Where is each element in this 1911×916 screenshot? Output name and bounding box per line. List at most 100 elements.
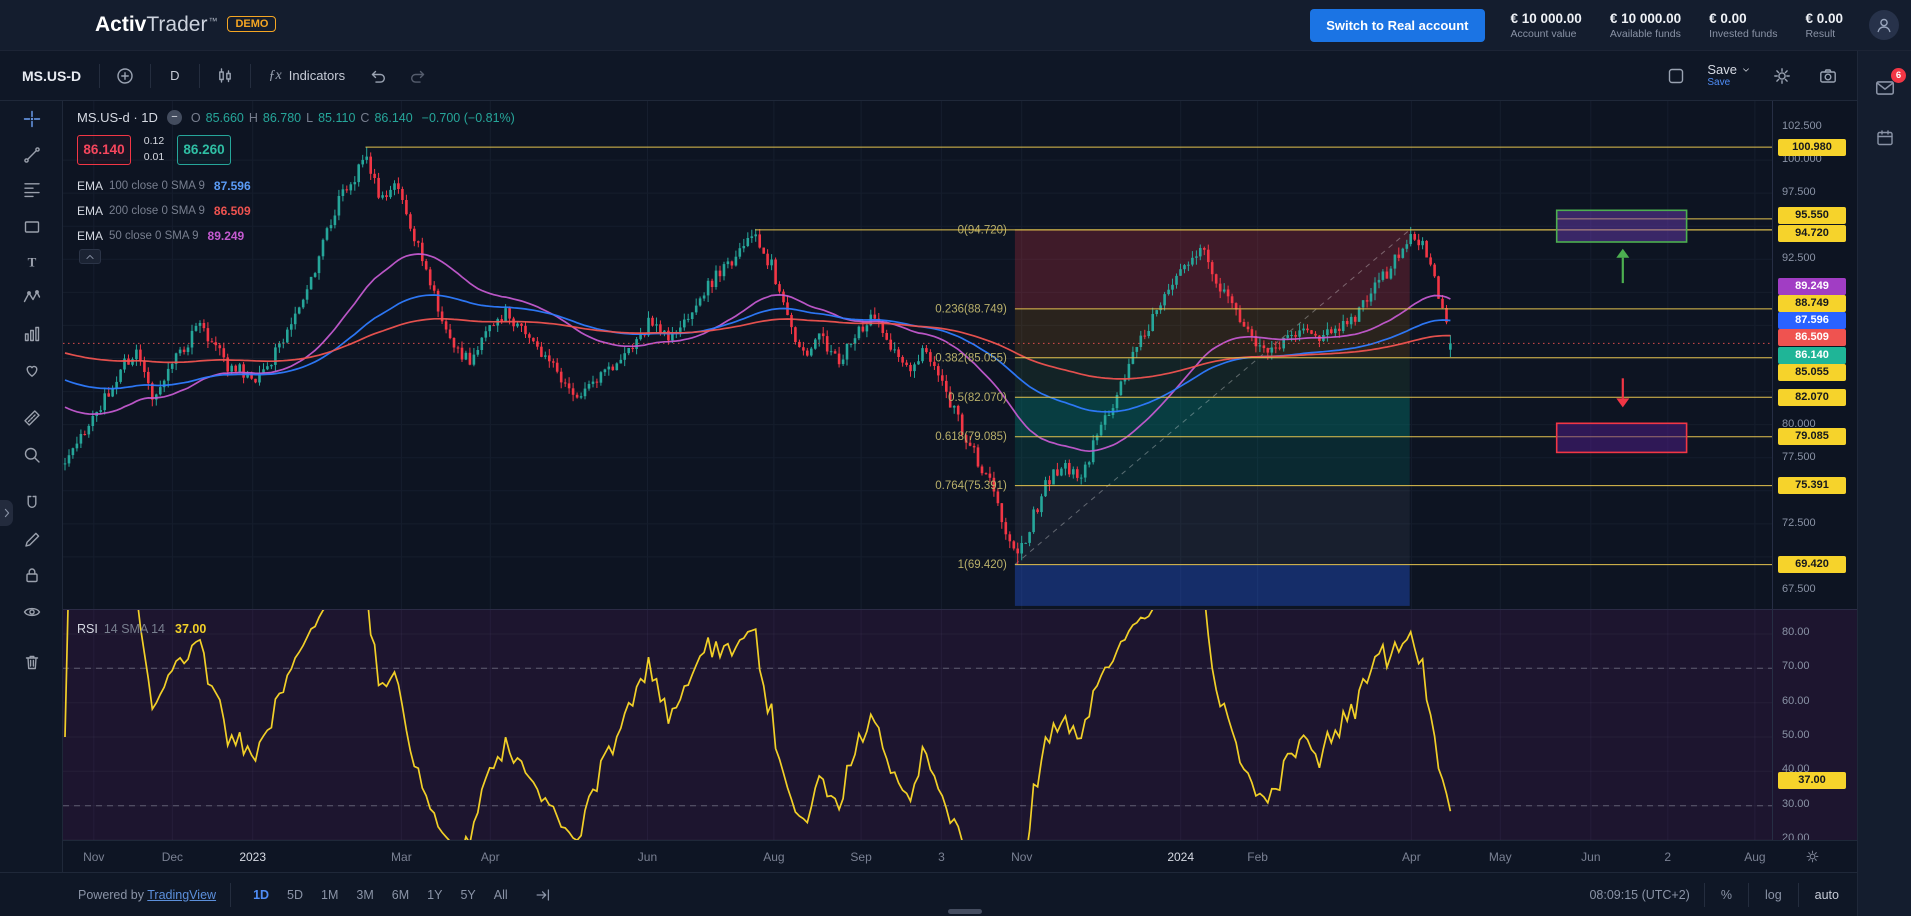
screenshot-button[interactable] [1813, 61, 1843, 91]
layout-square-icon [1666, 66, 1686, 86]
settings-button[interactable] [1767, 61, 1797, 91]
stat-label: Invested funds [1709, 28, 1777, 40]
log-scale-button[interactable]: log [1763, 884, 1784, 906]
brand-bold: Activ [95, 13, 146, 37]
trash-tool[interactable] [15, 645, 49, 679]
text-tool[interactable]: T [15, 245, 49, 279]
crosshair-tool[interactable] [15, 102, 49, 136]
brand-logo: ActivTrader™ DEMO [95, 13, 276, 37]
collapse-legend-button[interactable] [79, 249, 101, 264]
price-badge: 75.391 [1778, 477, 1846, 494]
ohlc-value: 86.780 [263, 111, 301, 125]
unread-badge: 6 [1891, 68, 1906, 83]
range-button-1m[interactable]: 1M [313, 883, 346, 907]
axis-settings-gear-icon[interactable] [1805, 849, 1820, 864]
rsi-tick: 50.00 [1773, 729, 1853, 741]
fx-icon: ƒx [269, 68, 282, 84]
undo-button[interactable] [363, 61, 393, 91]
calendar-button[interactable] [1868, 121, 1902, 155]
lock-tool[interactable] [15, 558, 49, 592]
price-axis[interactable]: 102.500100.00097.50092.50080.00077.50072… [1772, 101, 1857, 840]
percent-scale-button[interactable]: % [1719, 884, 1734, 906]
demo-badge: DEMO [227, 16, 276, 32]
rsi-canvas[interactable] [63, 610, 1772, 841]
switch-to-real-button[interactable]: Switch to Real account [1310, 9, 1484, 42]
avatar[interactable] [1869, 10, 1899, 40]
range-button-1d[interactable]: 1D [245, 883, 277, 907]
indicator-params: 100 close 0 SMA 9 [109, 180, 205, 192]
price-tick: 67.500 [1773, 583, 1853, 595]
save-link[interactable]: Save [1707, 78, 1730, 88]
svg-text:0.382(85.055): 0.382(85.055) [935, 352, 1007, 364]
hide-series-icon[interactable]: − [167, 110, 182, 125]
range-button-5y[interactable]: 5Y [452, 883, 483, 907]
right-panel-strip: 6 [1857, 51, 1911, 916]
svg-text:0.236(88.749): 0.236(88.749) [935, 303, 1007, 315]
clock[interactable]: 08:09:15 (UTC+2) [1589, 888, 1689, 902]
zoom-tool[interactable] [15, 438, 49, 472]
stat-label: Result [1805, 28, 1843, 40]
range-button-6m[interactable]: 6M [384, 883, 417, 907]
price-badge: 87.596 [1778, 312, 1846, 329]
go-to-date-button[interactable] [530, 882, 556, 908]
svg-text:0.618(79.085): 0.618(79.085) [935, 431, 1007, 443]
redo-button[interactable] [403, 61, 433, 91]
auto-scale-button[interactable]: auto [1813, 884, 1841, 906]
stat-label: Account value [1511, 28, 1582, 40]
range-button-1y[interactable]: 1Y [419, 883, 450, 907]
draw-tool[interactable] [15, 523, 49, 557]
save-menu[interactable]: Save Save [1707, 63, 1751, 88]
emoji-tool[interactable] [15, 353, 49, 387]
trend-line-tool[interactable] [15, 138, 49, 172]
horizontal-scrollbar[interactable] [948, 909, 982, 914]
shapes-tool[interactable] [15, 210, 49, 244]
sell-button[interactable]: 86.140 [77, 135, 131, 165]
interval-button[interactable]: D [161, 62, 188, 89]
rsi-value: 37.00 [175, 622, 206, 636]
range-button-all[interactable]: All [486, 883, 516, 907]
indicator-name: EMA [77, 179, 103, 193]
indicator-value: 87.596 [214, 179, 251, 193]
bottom-bar: Powered by TradingView 1D5D1M3M6M1Y5YAll… [0, 872, 1857, 916]
pattern-tool[interactable] [15, 280, 49, 314]
notifications-button[interactable]: 6 [1868, 71, 1902, 105]
eye-tool[interactable] [15, 595, 49, 629]
indicators-label: Indicators [289, 68, 345, 83]
redo-icon [408, 66, 428, 86]
rsi-tick: 20.00 [1773, 832, 1853, 840]
fib-retracement-tool[interactable] [15, 173, 49, 207]
legend-title[interactable]: MS.US-d · 1D [77, 110, 158, 125]
time-label: Apr [481, 850, 500, 864]
magnet-tool[interactable] [15, 486, 49, 520]
trash-icon [22, 652, 42, 672]
zoom-icon [22, 445, 42, 465]
crosshair-icon [22, 109, 42, 129]
price-badge: 79.085 [1778, 428, 1846, 445]
buy-button[interactable]: 86.260 [177, 135, 231, 165]
indicator-params: 50 close 0 SMA 9 [109, 230, 199, 242]
indicator-row[interactable]: EMA50 close 0 SMA 989.249 [77, 223, 251, 248]
range-button-5d[interactable]: 5D [279, 883, 311, 907]
layout-button[interactable] [1661, 61, 1691, 91]
price-tick: 77.500 [1773, 451, 1853, 463]
price-chart-canvas[interactable]: 0(94.720)0.236(88.749)0.382(85.055)0.5(8… [63, 101, 1772, 609]
time-label: Nov [83, 850, 104, 864]
bottom-left: Powered by TradingView 1D5D1M3M6M1Y5YAll [78, 882, 556, 908]
time-label: 3 [938, 850, 945, 864]
add-symbol-button[interactable] [110, 61, 140, 91]
chart-type-button[interactable] [210, 61, 240, 91]
range-button-3m[interactable]: 3M [348, 883, 381, 907]
forecast-tool[interactable] [15, 317, 49, 351]
indicator-row[interactable]: EMA200 close 0 SMA 986.509 [77, 198, 251, 223]
tradingview-link[interactable]: TradingView [147, 888, 216, 902]
panel-expander[interactable] [0, 500, 13, 526]
ohlc-key: C [360, 111, 369, 125]
indicators-button[interactable]: ƒx Indicators [261, 62, 354, 90]
time-axis[interactable]: NovDec2023MarAprJunAugSep3Nov2024FebAprM… [63, 840, 1857, 872]
indicator-row[interactable]: EMA 100 close 0 SMA 9 87.596 [77, 173, 251, 198]
symbol-button[interactable]: MS.US-D [14, 62, 89, 90]
rsi-tick: 80.00 [1773, 626, 1853, 638]
separator [1704, 883, 1705, 907]
measure-tool[interactable] [15, 401, 49, 435]
time-label: Jun [638, 850, 657, 864]
